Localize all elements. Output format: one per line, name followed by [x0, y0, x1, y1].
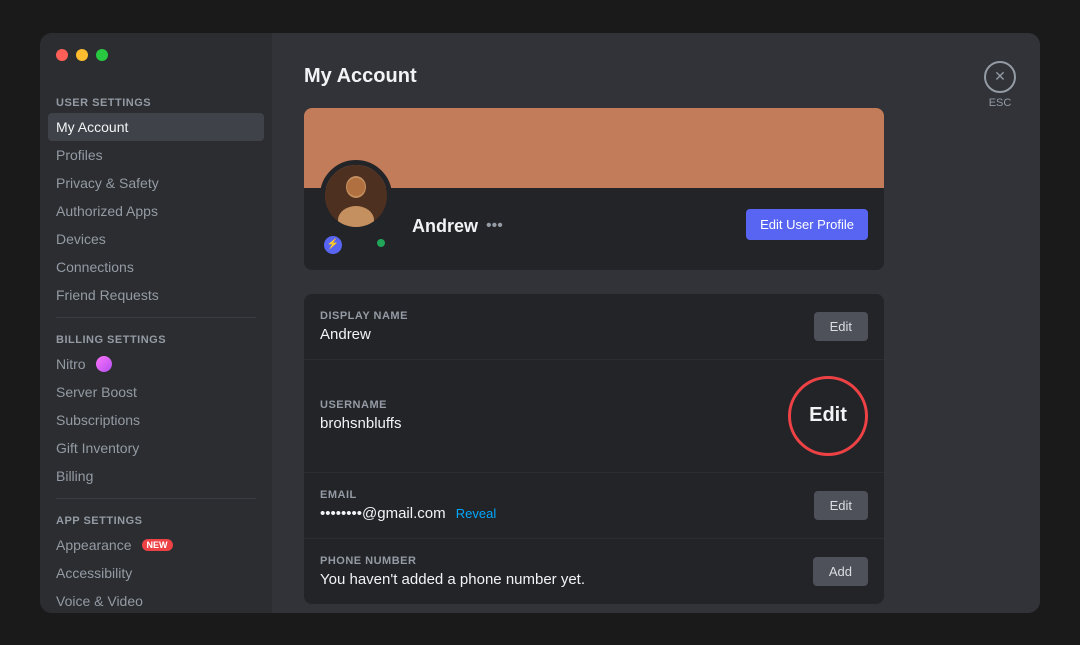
phone-label: PHONE NUMBER [320, 555, 585, 567]
profile-card: ⚡ Andrew ••• Edit User Profile [304, 108, 884, 270]
email-field: EMAIL ••••••••@gmail.com Reveal [320, 489, 496, 522]
devices-label: Devices [56, 231, 106, 247]
friend-requests-label: Friend Requests [56, 287, 159, 303]
esc-button[interactable]: ✕ ESC [984, 61, 1016, 109]
app-settings-section-label: APP SETTINGS [48, 507, 264, 531]
sidebar-item-authorized-apps[interactable]: Authorized Apps [48, 197, 264, 225]
email-row: EMAIL ••••••••@gmail.com Reveal Edit [304, 473, 884, 539]
esc-icon: ✕ [984, 61, 1016, 93]
avatar [320, 160, 392, 232]
reveal-email-link[interactable]: Reveal [456, 506, 496, 521]
email-value: ••••••••@gmail.com Reveal [320, 505, 496, 522]
sidebar-item-profiles[interactable]: Profiles [48, 141, 264, 169]
sidebar-item-voice-video[interactable]: Voice & Video [48, 587, 264, 613]
privacy-safety-label: Privacy & Safety [56, 175, 159, 191]
sidebar-item-accessibility[interactable]: Accessibility [48, 559, 264, 587]
display-name: Andrew [412, 216, 478, 237]
connections-label: Connections [56, 259, 134, 275]
billing-label: Billing [56, 468, 93, 484]
sidebar-divider-1 [56, 317, 256, 318]
page-title: My Account [304, 65, 1008, 88]
username-value: brohsnbluffs [320, 415, 401, 432]
edit-user-profile-button[interactable]: Edit User Profile [746, 209, 868, 240]
edit-display-name-button[interactable]: Edit [814, 312, 868, 341]
sidebar-item-connections[interactable]: Connections [48, 253, 264, 281]
appearance-label: Appearance [56, 537, 132, 553]
username-field: USERNAME brohsnbluffs [320, 399, 401, 432]
email-masked: ••••••••@gmail.com [320, 505, 446, 522]
profile-info-row: ⚡ Andrew ••• Edit User Profile [304, 188, 884, 270]
sidebar-item-subscriptions[interactable]: Subscriptions [48, 406, 264, 434]
sidebar-item-billing[interactable]: Billing [48, 462, 264, 490]
accessibility-label: Accessibility [56, 565, 132, 581]
gift-inventory-label: Gift Inventory [56, 440, 139, 456]
sidebar-item-privacy-safety[interactable]: Privacy & Safety [48, 169, 264, 197]
maximize-button[interactable] [96, 49, 108, 61]
minimize-button[interactable] [76, 49, 88, 61]
billing-settings-section-label: BILLING SETTINGS [48, 326, 264, 350]
email-label: EMAIL [320, 489, 496, 501]
edit-email-button[interactable]: Edit [814, 491, 868, 520]
phone-field: PHONE NUMBER You haven't added a phone n… [320, 555, 585, 588]
account-info-section: DISPLAY NAME Andrew Edit USERNAME brohsn… [304, 294, 884, 604]
user-settings-section-label: USER SETTINGS [48, 89, 264, 113]
avatar-area: ⚡ [320, 160, 392, 254]
avatar-svg [325, 165, 387, 227]
online-status-dot [374, 236, 388, 250]
display-name-label: DISPLAY NAME [320, 310, 408, 322]
app-window: USER SETTINGS My Account Profiles Privac… [40, 33, 1040, 613]
sidebar-item-devices[interactable]: Devices [48, 225, 264, 253]
sidebar-item-nitro[interactable]: Nitro [48, 350, 264, 378]
sidebar-item-my-account[interactable]: My Account [48, 113, 264, 141]
display-name-value: Andrew [320, 326, 408, 343]
sidebar: USER SETTINGS My Account Profiles Privac… [40, 33, 272, 613]
my-account-label: My Account [56, 119, 128, 135]
sidebar-divider-2 [56, 498, 256, 499]
username-area: Andrew ••• [412, 196, 503, 237]
traffic-lights [56, 49, 108, 61]
sidebar-item-friend-requests[interactable]: Friend Requests [48, 281, 264, 309]
main-content: My Account ✕ ESC [272, 33, 1040, 613]
display-name-row: DISPLAY NAME Andrew Edit [304, 294, 884, 360]
sidebar-item-appearance[interactable]: Appearance NEW [48, 531, 264, 559]
authorized-apps-label: Authorized Apps [56, 203, 158, 219]
add-phone-button[interactable]: Add [813, 557, 868, 586]
edit-username-button[interactable]: Edit [788, 376, 868, 456]
close-button[interactable] [56, 49, 68, 61]
nitro-icon [96, 356, 112, 372]
sidebar-item-gift-inventory[interactable]: Gift Inventory [48, 434, 264, 462]
boost-badge: ⚡ [324, 236, 342, 254]
more-options-icon[interactable]: ••• [486, 217, 503, 235]
profiles-label: Profiles [56, 147, 103, 163]
server-boost-label: Server Boost [56, 384, 137, 400]
phone-value: You haven't added a phone number yet. [320, 571, 585, 588]
avatar-inner [325, 165, 387, 227]
phone-row: PHONE NUMBER You haven't added a phone n… [304, 539, 884, 604]
username-row-field: USERNAME brohsnbluffs Edit [304, 360, 884, 473]
nitro-label: Nitro [56, 356, 86, 372]
display-name-field: DISPLAY NAME Andrew [320, 310, 408, 343]
new-badge: NEW [142, 539, 173, 551]
subscriptions-label: Subscriptions [56, 412, 140, 428]
username-label: USERNAME [320, 399, 401, 411]
voice-video-label: Voice & Video [56, 593, 143, 609]
esc-label: ESC [989, 97, 1012, 109]
sidebar-item-server-boost[interactable]: Server Boost [48, 378, 264, 406]
username-row: Andrew ••• [412, 216, 503, 237]
